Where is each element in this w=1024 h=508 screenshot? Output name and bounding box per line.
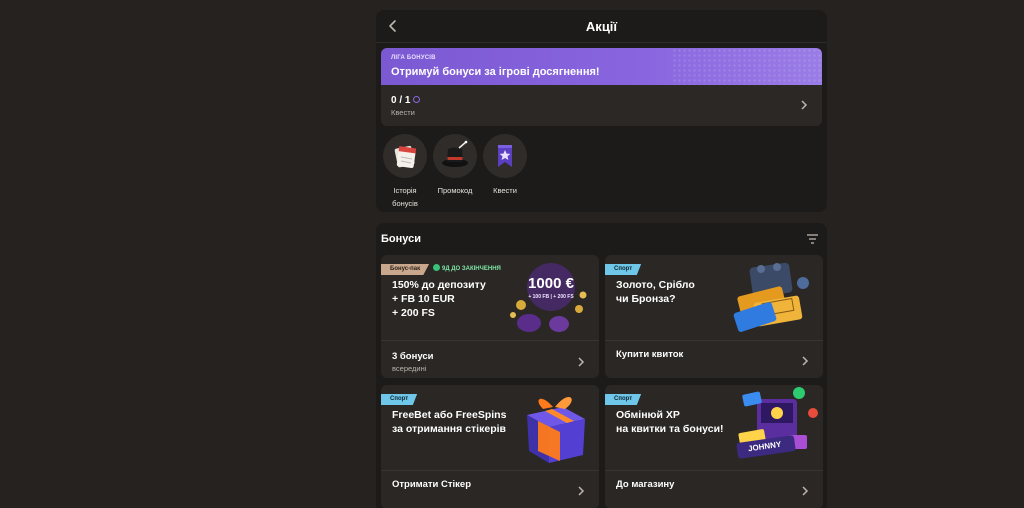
- league-headline: Отримуй бонуси за ігрові досягнення!: [391, 66, 600, 78]
- category-tag: Спорт: [605, 264, 642, 275]
- card-footer-sub: всередині: [392, 364, 427, 373]
- filter-icon[interactable]: [806, 233, 819, 245]
- coins-art: 1000 € + 100 FB | + 200 FS: [499, 257, 597, 337]
- quick-action-label: Квести: [493, 186, 517, 195]
- card-footer: Отримати Стікер: [392, 479, 471, 490]
- chevron-right-icon: [578, 486, 585, 496]
- xp-shop-art: JOHNNY: [733, 385, 823, 467]
- header-bar: Акції: [376, 10, 827, 43]
- quest-progress-label: Квести: [391, 108, 415, 117]
- category-tag: Спорт: [381, 394, 418, 405]
- category-tag: Спорт: [605, 394, 642, 405]
- bonus-card-deposit-pack[interactable]: Бонус-пак 9Д ДО ЗАКІНЧЕННЯ 150% до депоз…: [381, 255, 599, 378]
- league-banner: ЛІГА БОНУСІВ Отримуй бонуси за ігрові до…: [381, 48, 822, 85]
- clock-icon: [433, 264, 440, 271]
- banner-pattern: [672, 48, 822, 85]
- card-footer: 3 бонуси: [392, 351, 434, 362]
- expiry-text: 9Д ДО ЗАКІНЧЕННЯ: [442, 266, 501, 272]
- bonus-card-stickers[interactable]: Спорт FreeBet або FreeSpins за отримання…: [381, 385, 599, 508]
- chevron-right-icon: [578, 357, 585, 367]
- quick-action-label: Промокод: [437, 186, 473, 195]
- tickets-art: [729, 259, 821, 337]
- card-divider: [605, 470, 823, 471]
- category-tag: Бонус-пак: [381, 264, 430, 275]
- chevron-right-icon: [802, 356, 809, 366]
- chevron-right-icon: [801, 100, 808, 110]
- card-footer: До магазину: [616, 479, 675, 490]
- star-bookmark-icon: [483, 134, 527, 178]
- quick-action-promo-code[interactable]: Промокод: [431, 134, 479, 197]
- page-title: Акції: [585, 19, 618, 34]
- art-subtext: + 100 FB | + 200 FS: [528, 294, 574, 300]
- promotions-panel: Акції ЛІГА БОНУСІВ Отримуй бонуси за ігр…: [376, 10, 827, 212]
- gift-box-art: [519, 385, 593, 467]
- card-title: 150% до депозиту + FB 10 EUR + 200 FS: [392, 279, 486, 319]
- chevron-right-icon: [802, 486, 809, 496]
- calendar-icon: [383, 134, 427, 178]
- art-amount: 1000 €: [528, 275, 575, 292]
- card-divider: [381, 470, 599, 471]
- league-tag: ЛІГА БОНУСІВ: [391, 55, 436, 61]
- quest-progress-value: 0 / 1: [391, 95, 411, 106]
- card-footer: Купити квиток: [616, 349, 684, 360]
- bonus-card-medals[interactable]: Спорт Золото, Срібло чи Бронза? Купити к…: [605, 255, 823, 378]
- card-title: Обмінюй XP на квитки та бонуси!: [616, 409, 724, 435]
- card-divider: [605, 340, 823, 341]
- card-title: Золото, Срібло чи Бронза?: [616, 279, 695, 305]
- expiry-badge: 9Д ДО ЗАКІНЧЕННЯ: [433, 264, 501, 275]
- card-title: FreeBet або FreeSpins за отримання стіке…: [392, 409, 507, 435]
- magic-hat-icon: [433, 134, 477, 178]
- quick-action-label: Історія бонусів: [392, 186, 418, 208]
- bonuses-panel: Бонуси Бонус-пак 9Д ДО ЗАКІНЧЕННЯ 150% д…: [376, 223, 827, 508]
- section-title: Бонуси: [381, 233, 421, 245]
- quest-coin-icon: [413, 96, 421, 103]
- quick-action-quests[interactable]: Квести: [481, 134, 529, 197]
- bonus-league-card[interactable]: ЛІГА БОНУСІВ Отримуй бонуси за ігрові до…: [381, 48, 822, 126]
- quick-action-bonus-history[interactable]: Історія бонусів: [381, 134, 429, 210]
- card-divider: [381, 340, 599, 341]
- quest-progress: 0 / 1: [391, 95, 421, 106]
- bonus-card-xp-shop[interactable]: Спорт Обмінюй XP на квитки та бонуси! JO…: [605, 385, 823, 508]
